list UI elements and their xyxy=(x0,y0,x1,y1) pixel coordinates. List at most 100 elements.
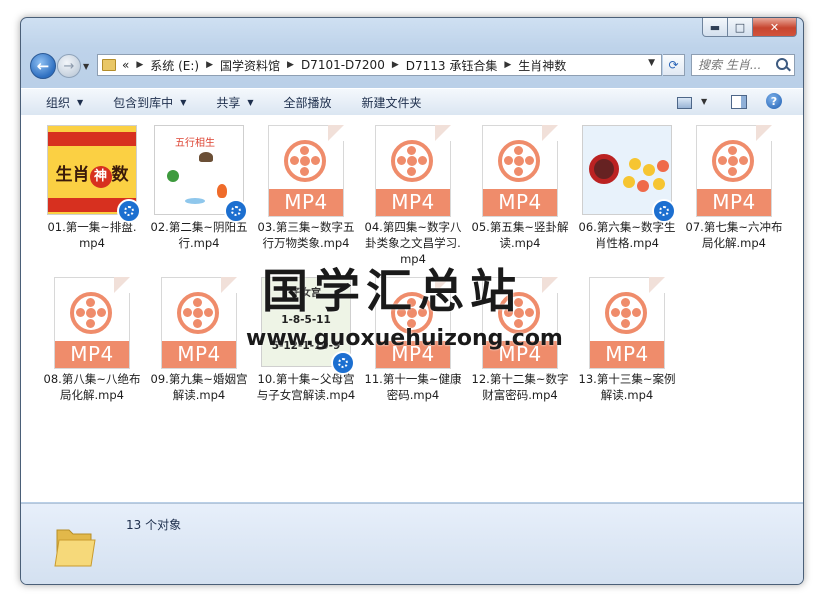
breadcrumb-separator-icon[interactable]: ▶ xyxy=(287,60,294,70)
breadcrumb-separator-icon[interactable]: ▶ xyxy=(392,60,399,70)
video-file-icon: MP4 xyxy=(368,125,458,217)
video-file-icon: MP4 xyxy=(582,277,672,369)
organize-menu[interactable]: 组织 ▼ xyxy=(46,94,83,111)
media-player-badge-icon xyxy=(331,351,355,375)
video-thumbnail: 五行相生 xyxy=(154,125,248,223)
video-file-icon: MP4 xyxy=(689,125,779,217)
address-bar[interactable]: « ▶ 系统 (E:) ▶ 国学资料馆 ▶ D7101-D7200 ▶ D711… xyxy=(97,54,662,76)
video-thumbnail xyxy=(582,125,676,223)
file-item[interactable]: 06.第六集~数字生肖性格.mp4 xyxy=(577,125,677,251)
folder-icon xyxy=(102,59,116,71)
chevron-down-icon: ▼ xyxy=(247,97,254,107)
search-input[interactable] xyxy=(698,58,776,72)
maximize-button[interactable]: □ xyxy=(728,18,753,37)
refresh-button[interactable]: ⟳ xyxy=(663,54,685,76)
breadcrumb-drive[interactable]: 系统 (E:) xyxy=(150,57,199,74)
watermark-url: www.guoxuehuizong.com xyxy=(246,326,563,351)
preview-pane-icon[interactable] xyxy=(731,95,747,109)
media-player-badge-icon xyxy=(224,199,248,223)
address-history-dropdown[interactable]: ▼ xyxy=(648,58,655,68)
file-name: 07.第七集~六冲布局化解.mp4 xyxy=(685,220,783,250)
breadcrumb-folder[interactable]: D7101-D7200 xyxy=(301,58,385,72)
file-name: 01.第一集~排盘.mp4 xyxy=(47,220,137,250)
file-type-label: MP4 xyxy=(376,189,450,216)
breadcrumb-separator-icon[interactable]: ▶ xyxy=(504,60,511,70)
breadcrumb-current[interactable]: 生肖神数 xyxy=(518,57,566,74)
file-name: 13.第十三集~案例解读.mp4 xyxy=(578,372,676,402)
thumb-text: 神 xyxy=(89,166,112,188)
search-box[interactable] xyxy=(691,54,795,76)
file-item[interactable]: MP4 09.第九集~婚姻宫解读.mp4 xyxy=(149,277,249,403)
water-icon xyxy=(185,198,205,204)
file-name: 12.第十二集~数字财富密码.mp4 xyxy=(471,372,569,402)
window-controls: ▬ □ ✕ xyxy=(702,18,797,38)
earth-icon xyxy=(199,152,213,162)
command-bar: 组织 ▼ 包含到库中 ▼ 共享 ▼ 全部播放 新建文件夹 ▼ ? xyxy=(21,88,803,116)
file-item[interactable]: MP4 13.第十三集~案例解读.mp4 xyxy=(577,277,677,403)
file-type-label: MP4 xyxy=(483,189,557,216)
file-name: 05.第五集~竖卦解读.mp4 xyxy=(471,220,569,250)
help-icon[interactable]: ? xyxy=(766,93,782,109)
forward-button[interactable]: → xyxy=(57,54,81,78)
file-item[interactable]: MP4 07.第七集~六冲布局化解.mp4 xyxy=(684,125,784,251)
breadcrumb-folder[interactable]: D7113 承钰合集 xyxy=(406,57,498,74)
file-name: 10.第十集~父母宫与子女宫解读.mp4 xyxy=(256,372,356,402)
file-name: 11.第十一集~健康密码.mp4 xyxy=(364,372,462,402)
minimize-button[interactable]: ▬ xyxy=(702,18,728,37)
thumbnail-caption: 生肖神数 xyxy=(48,160,136,188)
breadcrumb-separator-icon[interactable]: ▶ xyxy=(206,60,213,70)
thumb-text: 数 xyxy=(111,165,129,185)
new-folder-button[interactable]: 新建文件夹 xyxy=(362,94,422,111)
breadcrumb: « ▶ 系统 (E:) ▶ 国学资料馆 ▶ D7101-D7200 ▶ D711… xyxy=(122,57,566,74)
file-item[interactable]: MP4 08.第八集~八绝布局化解.mp4 xyxy=(42,277,142,403)
file-item[interactable]: 五行相生 02.第二集~阴阳五行.mp4 xyxy=(149,125,249,251)
video-file-icon: MP4 xyxy=(475,125,565,217)
organize-label: 组织 xyxy=(46,95,71,110)
file-type-label: MP4 xyxy=(697,189,771,216)
share-label: 共享 xyxy=(216,95,241,110)
file-type-label: MP4 xyxy=(162,341,236,368)
file-name: 03.第三集~数字五行万物类象.mp4 xyxy=(257,220,355,250)
media-player-badge-icon xyxy=(652,199,676,223)
file-item[interactable]: MP4 04.第四集~数字八卦类象之文昌学习.mp4 xyxy=(363,125,463,267)
file-type-label: MP4 xyxy=(590,341,664,368)
video-file-icon: MP4 xyxy=(154,277,244,369)
include-in-library-menu[interactable]: 包含到库中 ▼ xyxy=(113,94,186,111)
breadcrumb-overflow[interactable]: « xyxy=(122,58,129,72)
details-pane: 13 个对象 xyxy=(21,503,803,584)
recent-pages-dropdown[interactable]: ▼ xyxy=(83,62,89,71)
new-folder-label: 新建文件夹 xyxy=(361,95,422,110)
file-item[interactable]: MP4 03.第三集~数字五行万物类象.mp4 xyxy=(256,125,356,251)
video-file-icon: MP4 xyxy=(47,277,137,369)
file-name: 02.第二集~阴阳五行.mp4 xyxy=(150,220,248,250)
thumb-text: 五行相生 xyxy=(175,138,215,149)
share-menu[interactable]: 共享 ▼ xyxy=(216,94,253,111)
play-all-button[interactable]: 全部播放 xyxy=(284,94,332,111)
item-count: 13 个对象 xyxy=(126,518,182,532)
decor-stripe xyxy=(48,132,136,146)
play-all-label: 全部播放 xyxy=(283,95,332,110)
tree-icon xyxy=(167,170,179,182)
thumb-text: 生肖 xyxy=(55,165,90,185)
chevron-down-icon: ▼ xyxy=(77,97,84,107)
chevron-down-icon[interactable]: ▼ xyxy=(701,97,707,106)
view-options-icon[interactable] xyxy=(677,97,692,109)
file-item[interactable]: MP4 05.第五集~竖卦解读.mp4 xyxy=(470,125,570,251)
close-button[interactable]: ✕ xyxy=(753,18,797,37)
watermark-title: 国学汇总站 xyxy=(262,264,522,318)
chevron-down-icon: ▼ xyxy=(180,97,187,107)
folder-icon xyxy=(54,529,96,567)
file-type-label: MP4 xyxy=(269,189,343,216)
search-icon[interactable] xyxy=(776,58,788,70)
media-player-badge-icon xyxy=(117,199,141,223)
include-label: 包含到库中 xyxy=(113,95,174,110)
zodiac-wheel-icon xyxy=(589,154,619,184)
file-name: 09.第九集~婚姻宫解读.mp4 xyxy=(150,372,248,402)
breadcrumb-separator-icon[interactable]: ▶ xyxy=(136,60,143,70)
video-thumbnail: 生肖神数 xyxy=(47,125,141,223)
file-item[interactable]: 生肖神数 01.第一集~排盘.mp4 xyxy=(42,125,142,251)
navigation-bar: ← → ▼ « ▶ 系统 (E:) ▶ 国学资料馆 ▶ D7101-D7200 … xyxy=(21,48,803,82)
back-button[interactable]: ← xyxy=(30,53,56,79)
file-name: 08.第八集~八绝布局化解.mp4 xyxy=(43,372,141,402)
breadcrumb-folder[interactable]: 国学资料馆 xyxy=(220,57,280,74)
